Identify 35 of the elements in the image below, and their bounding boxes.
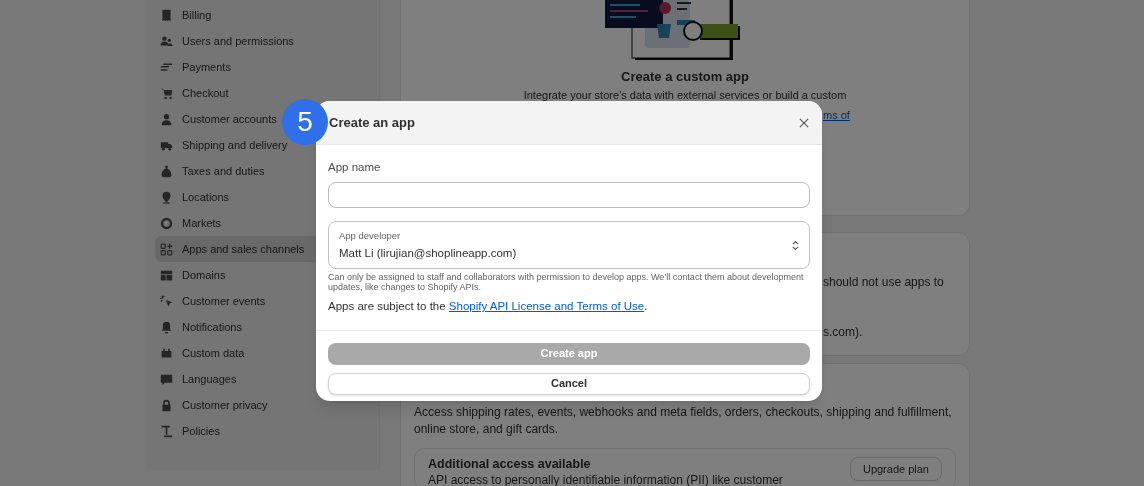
help-text: Can only be assigned to staff and collaborators with permission to develop apps. We’ll contact them about development updates, like changes to Shopify APIs. — [328, 272, 805, 293]
upgrade-plan-button[interactable]: Upgrade plan — [849, 457, 942, 481]
sidebar-item[interactable]: Notifications — [155, 314, 370, 340]
info-title: Additional access available — [428, 457, 592, 471]
card-title: Create a custom app — [621, 68, 749, 86]
money-bag-icon — [160, 164, 173, 178]
card-text: should not use apps to — [823, 274, 945, 291]
terms-text: Apps are subject to the Shopify API License and Terms of Use. — [328, 299, 649, 315]
sidebar-item[interactable]: Billing — [155, 2, 370, 28]
app-name-field[interactable] — [328, 182, 810, 209]
terms-link[interactable]: ms of — [823, 108, 850, 121]
apps-grid-icon — [160, 242, 173, 256]
card-description: Access shipping rates, events, webhooks and meta fields, orders, checkouts, shipping and fulfillment, online store, and gift cards. — [414, 404, 953, 438]
bell-icon — [160, 320, 173, 334]
card-text: s.com). — [823, 324, 864, 341]
people-icon — [160, 34, 173, 48]
cancel-button[interactable]: Cancel — [328, 372, 810, 395]
sidebar-item[interactable]: Policies — [155, 418, 370, 444]
sidebar-item[interactable]: Locations — [155, 184, 370, 210]
sidebar-item[interactable]: Customer privacy — [155, 392, 370, 418]
person-icon — [160, 112, 173, 126]
app-developer-select[interactable]: App developer Matt Li (lirujian@shoplineapp.com) — [328, 221, 810, 270]
terms-link[interactable]: Shopify API License and Terms of Use — [448, 300, 645, 313]
chevron-up-down-icon — [792, 239, 799, 251]
dialog-title: Create an app — [329, 113, 415, 132]
card-description: Integrate your store’s data with external services or build a custom — [523, 88, 847, 102]
lock-icon — [160, 398, 173, 412]
sidebar-item[interactable]: Payments — [155, 54, 370, 80]
close-icon[interactable] — [799, 117, 809, 128]
sidebar-item[interactable]: Users and permissions — [155, 28, 370, 54]
info-text: API access to personally identifiable information (PII) like customer — [428, 472, 783, 486]
location-pin-icon — [160, 190, 173, 204]
receipt-icon — [160, 8, 173, 22]
cursor-click-icon — [160, 294, 173, 308]
field-label: App name — [328, 160, 382, 175]
